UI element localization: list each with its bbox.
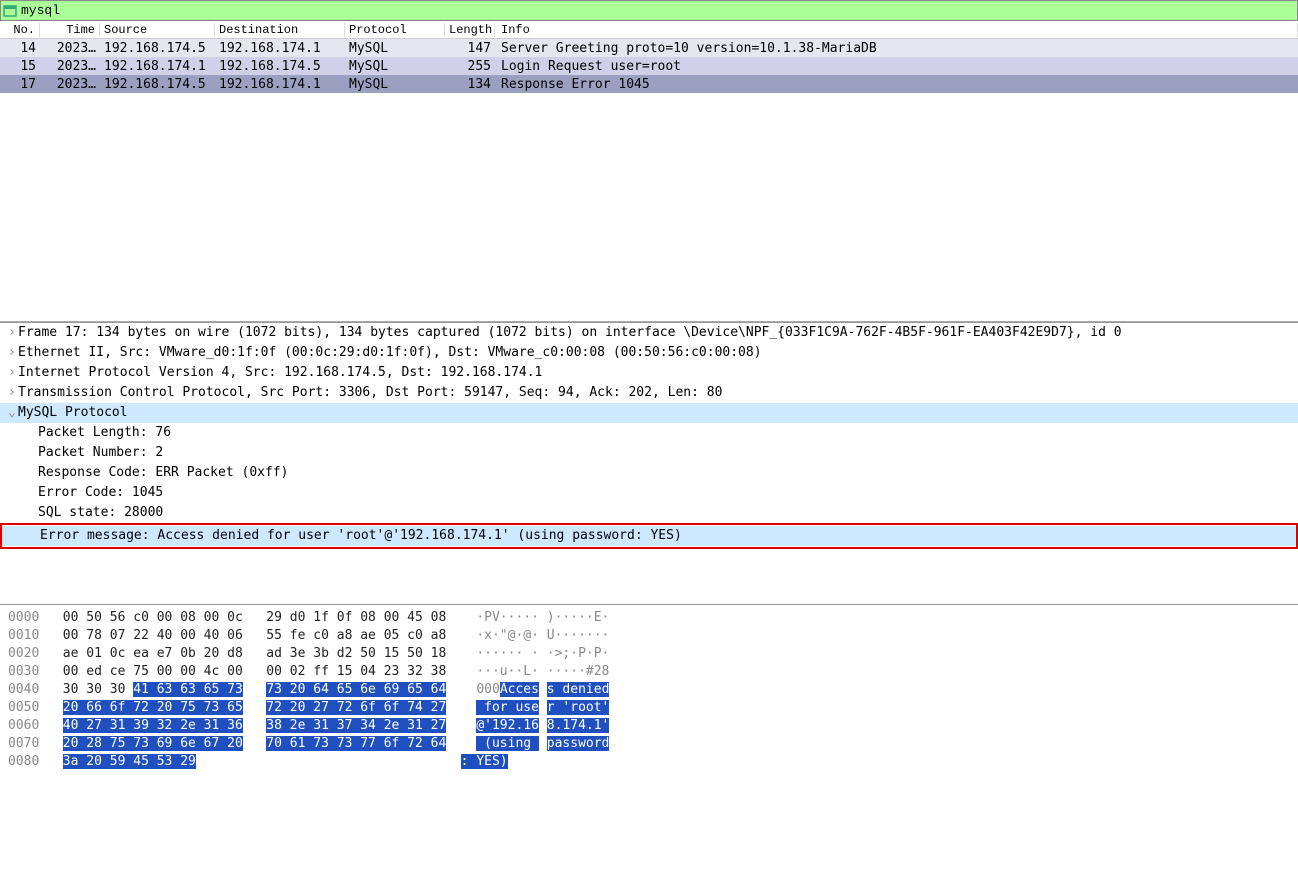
cell-info: Server Greeting proto=10 version=10.1.38… [495, 41, 1298, 56]
display-filter-bar[interactable] [0, 0, 1298, 21]
filter-icon [3, 4, 17, 18]
cell-no: 17 [0, 77, 40, 92]
cell-length: 147 [445, 41, 495, 56]
tree-packet-number[interactable]: Packet Number: 2 [0, 443, 1298, 463]
packet-list: No. Time Source Destination Protocol Len… [0, 21, 1298, 322]
packet-bytes-pane[interactable]: 0000 00 50 56 c0 00 08 00 0c 29 d0 1f 0f… [0, 604, 1298, 775]
cell-time: 2023… [40, 77, 100, 92]
tree-ip[interactable]: ›Internet Protocol Version 4, Src: 192.1… [0, 363, 1298, 383]
cell-no: 14 [0, 41, 40, 56]
packet-row[interactable]: 142023…192.168.174.5192.168.174.1MySQL14… [0, 39, 1298, 57]
hex-row-0080[interactable]: 0080 3a 20 59 45 53 29 : YES) [8, 753, 1290, 771]
cell-source: 192.168.174.1 [100, 59, 215, 74]
packet-list-header[interactable]: No. Time Source Destination Protocol Len… [0, 21, 1298, 39]
hex-row-0020[interactable]: 0020 ae 01 0c ea e7 0b 20 d8 ad 3e 3b d2… [8, 645, 1290, 663]
hex-row-0050[interactable]: 0050 20 66 6f 72 20 75 73 65 72 20 27 72… [8, 699, 1290, 717]
column-length[interactable]: Length [445, 23, 495, 37]
cell-no: 15 [0, 59, 40, 74]
column-time[interactable]: Time [40, 23, 100, 37]
cell-length: 255 [445, 59, 495, 74]
cell-protocol: MySQL [345, 59, 445, 74]
cell-source: 192.168.174.5 [100, 77, 215, 92]
cell-protocol: MySQL [345, 77, 445, 92]
column-source[interactable]: Source [100, 23, 215, 37]
tree-error-code[interactable]: Error Code: 1045 [0, 483, 1298, 503]
details-gap [0, 554, 1298, 604]
error-message-highlight-box: Error message: Access denied for user 'r… [0, 523, 1298, 549]
cell-length: 134 [445, 77, 495, 92]
cell-time: 2023… [40, 41, 100, 56]
column-no[interactable]: No. [0, 23, 40, 37]
packet-details-pane[interactable]: ›Frame 17: 134 bytes on wire (1072 bits)… [0, 322, 1298, 554]
cell-source: 192.168.174.5 [100, 41, 215, 56]
cell-destination: 192.168.174.1 [215, 77, 345, 92]
cell-destination: 192.168.174.1 [215, 41, 345, 56]
tree-response-code[interactable]: Response Code: ERR Packet (0xff) [0, 463, 1298, 483]
packet-list-empty-area [0, 93, 1298, 321]
cell-destination: 192.168.174.5 [215, 59, 345, 74]
column-protocol[interactable]: Protocol [345, 23, 445, 37]
tree-packet-length[interactable]: Packet Length: 76 [0, 423, 1298, 443]
tree-ethernet[interactable]: ›Ethernet II, Src: VMware_d0:1f:0f (00:0… [0, 343, 1298, 363]
cell-info: Login Request user=root [495, 59, 1298, 74]
display-filter-input[interactable] [21, 3, 1295, 18]
hex-row-0060[interactable]: 0060 40 27 31 39 32 2e 31 36 38 2e 31 37… [8, 717, 1290, 735]
column-destination[interactable]: Destination [215, 23, 345, 37]
packet-row[interactable]: 172023…192.168.174.5192.168.174.1MySQL13… [0, 75, 1298, 93]
hex-row-0010[interactable]: 0010 00 78 07 22 40 00 40 06 55 fe c0 a8… [8, 627, 1290, 645]
hex-row-0040[interactable]: 0040 30 30 30 41 63 63 65 73 73 20 64 65… [8, 681, 1290, 699]
tree-error-message[interactable]: Error message: Access denied for user 'r… [2, 526, 1296, 546]
packet-row[interactable]: 152023…192.168.174.1192.168.174.5MySQL25… [0, 57, 1298, 75]
tree-sql-state[interactable]: SQL state: 28000 [0, 503, 1298, 523]
hex-row-0070[interactable]: 0070 20 28 75 73 69 6e 67 20 70 61 73 73… [8, 735, 1290, 753]
column-info[interactable]: Info [495, 23, 1298, 37]
tree-frame[interactable]: ›Frame 17: 134 bytes on wire (1072 bits)… [0, 323, 1298, 343]
cell-time: 2023… [40, 59, 100, 74]
tree-mysql[interactable]: ⌄MySQL Protocol [0, 403, 1298, 423]
cell-protocol: MySQL [345, 41, 445, 56]
hex-row-0000[interactable]: 0000 00 50 56 c0 00 08 00 0c 29 d0 1f 0f… [8, 609, 1290, 627]
tree-tcp[interactable]: ›Transmission Control Protocol, Src Port… [0, 383, 1298, 403]
hex-row-0030[interactable]: 0030 00 ed ce 75 00 00 4c 00 00 02 ff 15… [8, 663, 1290, 681]
cell-info: Response Error 1045 [495, 77, 1298, 92]
